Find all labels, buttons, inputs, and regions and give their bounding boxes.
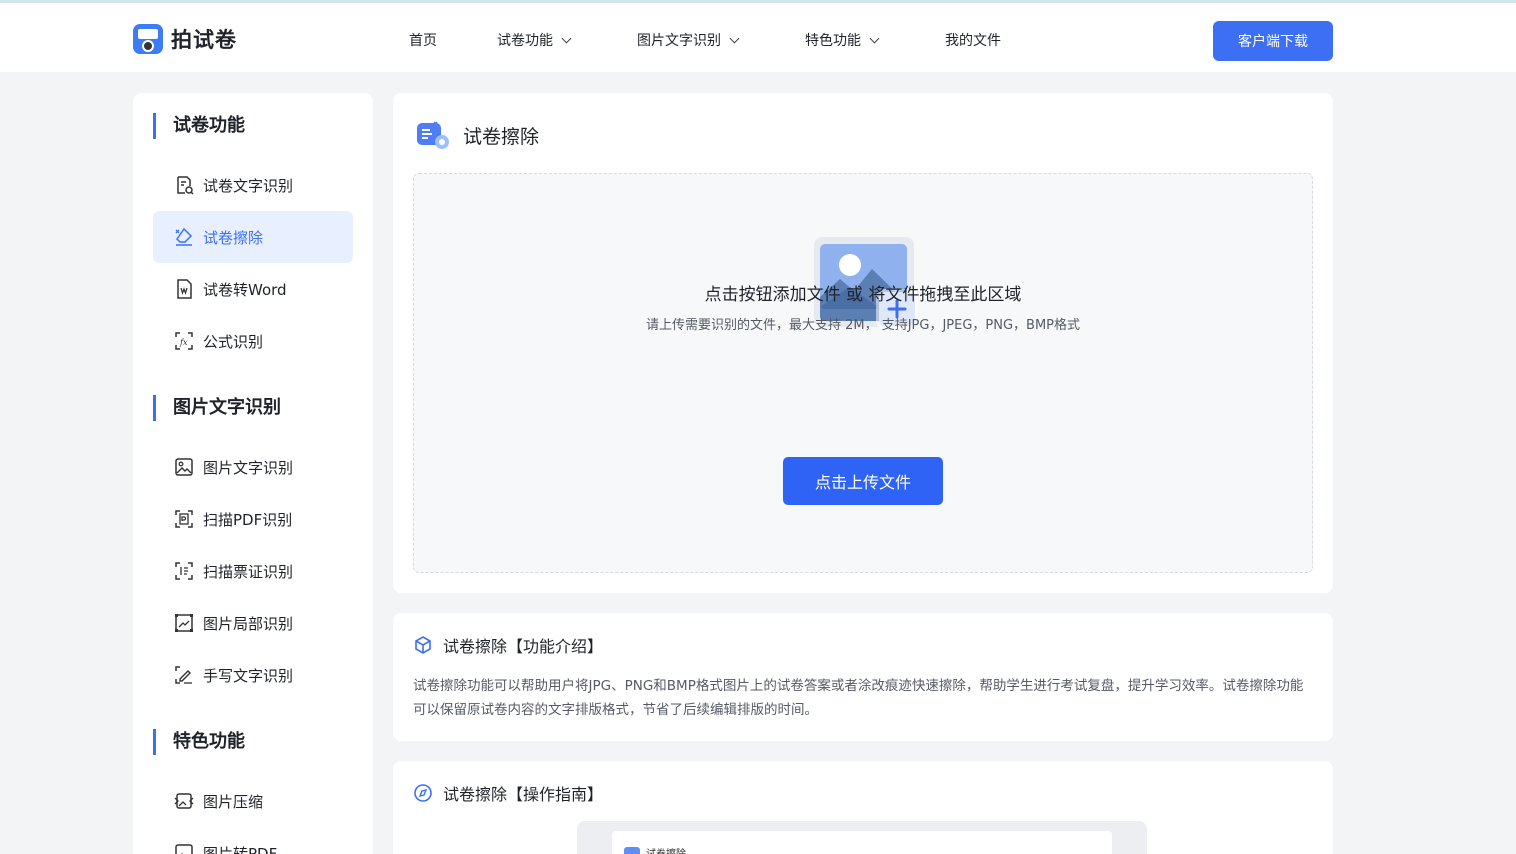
sidebar-item-label: 图片转PDF: [203, 844, 278, 854]
sidebar-item-label: 试卷文字识别: [203, 176, 294, 195]
upload-file-button[interactable]: 点击上传文件: [783, 457, 943, 505]
sidebar-item-image-compress[interactable]: 图片压缩: [153, 775, 353, 827]
image-to-pdf-icon: [175, 844, 193, 854]
compass-icon: [414, 784, 432, 802]
dropzone-hint: 点击按钮添加文件 或 将文件拖拽至此区域: [704, 285, 1022, 305]
nav-image-ocr[interactable]: 图片文字识别: [637, 30, 740, 50]
ticket-scan-icon: [175, 562, 193, 580]
nav-label: 试卷功能: [497, 33, 553, 49]
sidebar-item-partial-image-ocr[interactable]: 图片局部识别: [153, 597, 353, 649]
sidebar-item-label: 试卷擦除: [203, 228, 264, 247]
cube-icon: [415, 636, 431, 654]
sidebar-group-title: 图片文字识别: [153, 395, 281, 421]
top-navbar: 拍试卷 首页 试卷功能 图片文字识别 特色功能 我的文件 客户端下载: [0, 0, 1516, 72]
sidebar-item-ticket-scan-ocr[interactable]: 扫描票证识别: [153, 545, 353, 597]
nav-label: 特色功能: [805, 33, 861, 49]
sidebar-item-exam-text-ocr[interactable]: 试卷文字识别: [153, 159, 353, 211]
nav-label: 首页: [409, 33, 437, 49]
dropzone-subhint: 请上传需要识别的文件，最大支持 2M， 支持JPG，JPEG，PNG，BMP格式: [645, 318, 1081, 333]
sidebar-item-label: 图片文字识别: [203, 458, 294, 477]
pdf-scan-icon: [175, 510, 193, 528]
sidebar: 试卷功能 试卷文字识别 试卷擦除 试卷转Word fx 公式识别 图片文字识别 …: [133, 93, 373, 854]
sidebar-item-pdf-scan-ocr[interactable]: 扫描PDF识别: [153, 493, 353, 545]
feature-intro-header: 试卷擦除【功能介绍】: [413, 633, 603, 657]
sidebar-item-label: 图片局部识别: [203, 614, 294, 633]
upload-header: 试卷擦除: [415, 119, 539, 151]
sidebar-item-handwriting-ocr[interactable]: 手写文字识别: [153, 649, 353, 701]
sidebar-item-label: 扫描PDF识别: [203, 510, 293, 529]
logo-icon: [133, 24, 163, 54]
upload-panel: 试卷擦除 点击按钮添加文件 或 将文件拖拽至此区域 请上传需要识别的文件，最大支…: [393, 93, 1333, 593]
nav-exam-features[interactable]: 试卷功能: [497, 30, 572, 50]
image-text-icon: [175, 458, 193, 476]
logo-text: 拍试卷: [171, 28, 237, 52]
chevron-down-icon: [561, 33, 572, 43]
exam-erase-icon: [417, 121, 449, 149]
handwriting-icon: [175, 666, 192, 684]
sidebar-item-image-text-ocr[interactable]: 图片文字识别: [153, 441, 353, 493]
sidebar-item-formula-ocr[interactable]: fx 公式识别: [153, 315, 353, 367]
sidebar-item-image-to-pdf[interactable]: 图片转PDF: [153, 827, 353, 854]
nav-label: 我的文件: [945, 33, 1001, 49]
eraser-icon: [175, 227, 193, 246]
sidebar-group-title: 特色功能: [153, 729, 245, 755]
feature-intro-title: 试卷擦除【功能介绍】: [443, 637, 604, 656]
guide-preview-window: 试卷擦除: [612, 831, 1112, 854]
upload-title: 试卷擦除: [463, 125, 540, 148]
nav-special-features[interactable]: 特色功能: [805, 30, 880, 50]
nav-home[interactable]: 首页: [409, 30, 437, 50]
sidebar-item-label: 图片压缩: [203, 792, 264, 811]
sidebar-item-label: 公式识别: [203, 332, 264, 351]
svg-text:fx: fx: [179, 338, 188, 347]
word-icon: [177, 279, 192, 299]
partial-scan-icon: [175, 614, 193, 632]
feature-intro-card: 试卷擦除【功能介绍】 试卷擦除功能可以帮助用户将JPG、PNG和BMP格式图片上…: [393, 613, 1333, 741]
exam-text-icon: [177, 176, 194, 195]
guide-preview-title: 试卷擦除: [646, 845, 686, 854]
image-compress-icon: [174, 793, 194, 809]
formula-icon: fx: [175, 332, 193, 350]
sidebar-group-title: 试卷功能: [153, 113, 245, 139]
sidebar-item-exam-erase[interactable]: 试卷擦除: [153, 211, 353, 263]
feature-intro-text: 试卷擦除功能可以帮助用户将JPG、PNG和BMP格式图片上的试卷答案或者涂改痕迹…: [413, 678, 1304, 718]
sidebar-item-exam-to-word[interactable]: 试卷转Word: [153, 263, 353, 315]
exam-erase-icon: [624, 846, 640, 854]
guide-header: 试卷擦除【操作指南】: [413, 781, 603, 805]
guide-preview-header: 试卷擦除: [624, 845, 686, 854]
chevron-down-icon: [729, 33, 740, 43]
nav-my-files[interactable]: 我的文件: [945, 30, 1001, 50]
guide-title: 试卷擦除【操作指南】: [443, 785, 604, 804]
logo[interactable]: 拍试卷: [133, 24, 237, 54]
nav-label: 图片文字识别: [637, 33, 721, 49]
client-download-button[interactable]: 客户端下载: [1213, 21, 1333, 61]
guide-preview-image: 试卷擦除: [577, 821, 1147, 854]
guide-card: 试卷擦除【操作指南】 试卷擦除: [393, 761, 1333, 854]
sidebar-item-label: 试卷转Word: [203, 280, 287, 299]
chevron-down-icon: [869, 33, 880, 43]
file-dropzone[interactable]: 点击按钮添加文件 或 将文件拖拽至此区域 请上传需要识别的文件，最大支持 2M，…: [413, 173, 1313, 573]
sidebar-item-label: 手写文字识别: [203, 666, 294, 685]
sidebar-item-label: 扫描票证识别: [203, 562, 294, 581]
